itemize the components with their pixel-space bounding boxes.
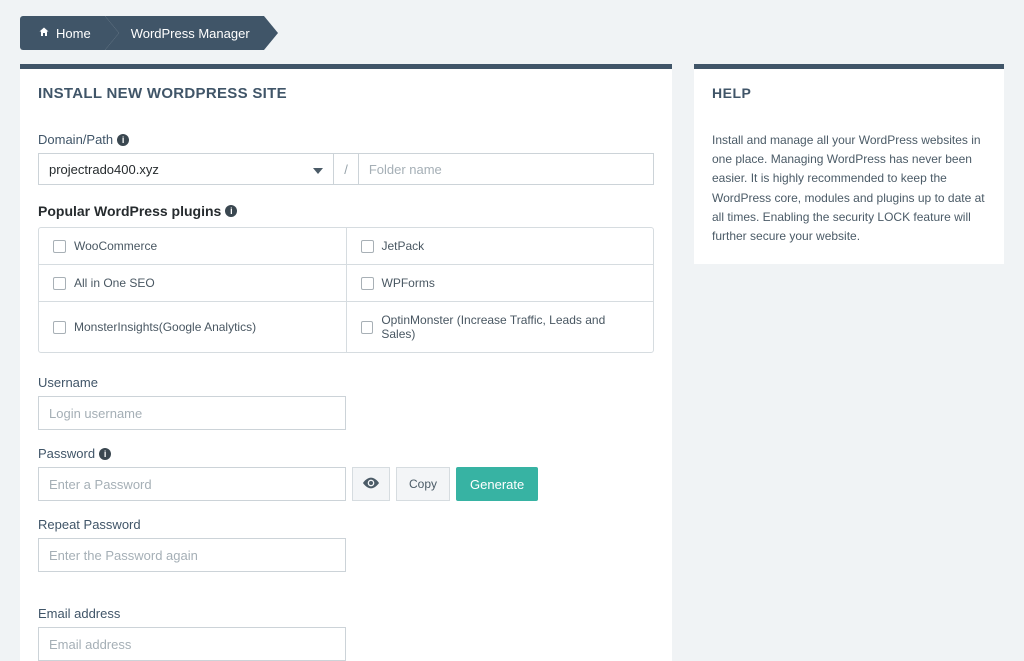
- breadcrumb: Home WordPress Manager: [0, 0, 1024, 64]
- info-icon[interactable]: i: [99, 448, 111, 460]
- generate-button[interactable]: Generate: [456, 467, 538, 501]
- plugin-woocommerce[interactable]: WooCommerce: [39, 228, 347, 264]
- checkbox[interactable]: [53, 321, 66, 334]
- email-input[interactable]: [38, 627, 346, 661]
- repeat-password-input[interactable]: [38, 538, 346, 572]
- info-icon[interactable]: i: [225, 205, 237, 217]
- breadcrumb-wp-manager[interactable]: WordPress Manager: [105, 16, 264, 50]
- folder-name-input[interactable]: [359, 153, 654, 185]
- email-label: Email address: [20, 606, 672, 621]
- toggle-password-visibility-button[interactable]: [352, 467, 390, 501]
- chevron-down-icon: [313, 162, 323, 177]
- password-label: Password i: [20, 446, 672, 461]
- username-label: Username: [20, 375, 672, 390]
- plugin-wpforms[interactable]: WPForms: [347, 265, 654, 301]
- plugin-all-in-one-seo[interactable]: All in One SEO: [39, 265, 347, 301]
- help-body: Install and manage all your WordPress we…: [712, 131, 986, 246]
- page-title: INSTALL NEW WORDPRESS SITE: [20, 85, 672, 108]
- plugins-grid: WooCommerce JetPack All in One SEO WPFor…: [38, 227, 654, 353]
- path-separator: /: [334, 153, 359, 185]
- breadcrumb-wp-label: WordPress Manager: [131, 26, 250, 41]
- domain-select[interactable]: projectrado400.xyz: [38, 153, 334, 185]
- password-input[interactable]: [38, 467, 346, 501]
- home-icon: [38, 26, 50, 41]
- checkbox[interactable]: [361, 240, 374, 253]
- checkbox[interactable]: [361, 321, 374, 334]
- plugin-monsterinsights[interactable]: MonsterInsights(Google Analytics): [39, 302, 347, 352]
- breadcrumb-home-label: Home: [56, 26, 91, 41]
- username-input[interactable]: [38, 396, 346, 430]
- checkbox[interactable]: [53, 240, 66, 253]
- copy-button[interactable]: Copy: [396, 467, 450, 501]
- main-panel: INSTALL NEW WORDPRESS SITE Domain/Path i…: [20, 64, 672, 661]
- domain-selected-value: projectrado400.xyz: [49, 162, 159, 177]
- help-title: HELP: [712, 85, 986, 101]
- checkbox[interactable]: [53, 277, 66, 290]
- checkbox[interactable]: [361, 277, 374, 290]
- plugin-optinmonster[interactable]: OptinMonster (Increase Traffic, Leads an…: [347, 302, 654, 352]
- info-icon[interactable]: i: [117, 134, 129, 146]
- plugin-jetpack[interactable]: JetPack: [347, 228, 654, 264]
- repeat-password-label: Repeat Password: [20, 517, 672, 532]
- eye-icon: [363, 477, 379, 492]
- domain-path-label: Domain/Path i: [20, 132, 672, 147]
- help-panel: HELP Install and manage all your WordPre…: [694, 64, 1004, 264]
- breadcrumb-home[interactable]: Home: [20, 16, 105, 50]
- plugins-heading: Popular WordPress plugins i: [20, 203, 672, 219]
